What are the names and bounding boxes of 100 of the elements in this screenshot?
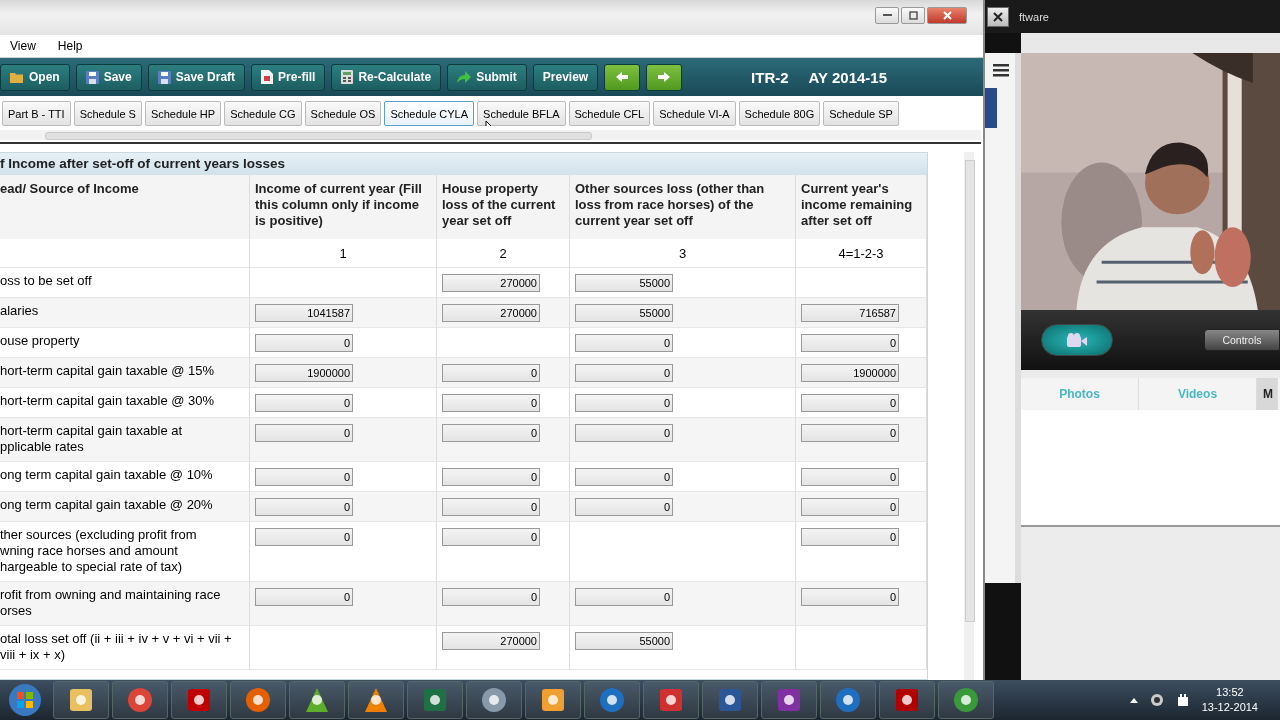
taskbar-button[interactable] (112, 681, 168, 719)
controls-button[interactable]: Controls (1204, 329, 1280, 351)
amount-field[interactable]: 0 (442, 528, 540, 546)
taskbar-button[interactable] (938, 681, 994, 719)
amount-field[interactable]: 0 (255, 394, 353, 412)
taskbar-button[interactable] (643, 681, 699, 719)
taskbar-button[interactable] (53, 681, 109, 719)
clock-date[interactable]: 13-12-2014 (1201, 700, 1258, 715)
amount-field[interactable]: 0 (575, 498, 673, 516)
amount-field[interactable]: 0 (255, 334, 353, 352)
schedule-tab[interactable]: Schedule CG (224, 101, 302, 126)
taskbar-button[interactable] (171, 681, 227, 719)
power-icon[interactable] (1175, 693, 1190, 707)
amount-field[interactable]: 0 (255, 588, 353, 606)
amount-field[interactable]: 55000 (575, 304, 673, 322)
right-arrow-icon (657, 71, 672, 83)
menu-item[interactable]: View (10, 39, 36, 53)
menu-icon[interactable] (993, 63, 1009, 77)
schedule-tab[interactable]: Schedule S (73, 101, 142, 126)
amount-field[interactable]: 0 (575, 394, 673, 412)
amount-field[interactable]: 0 (442, 424, 540, 442)
amount-field[interactable]: 0 (255, 468, 353, 486)
amount-field[interactable]: 1900000 (801, 364, 899, 382)
taskbar-button[interactable] (761, 681, 817, 719)
horizontal-scrollbar[interactable] (0, 130, 981, 140)
toolbar-button[interactable]: Preview (532, 63, 599, 91)
amount-field[interactable]: 0 (442, 588, 540, 606)
schedule-tab[interactable]: Schedule CFL (568, 101, 651, 126)
amount-field[interactable]: 0 (255, 528, 353, 546)
amount-field[interactable]: 0 (801, 424, 899, 442)
amount-field[interactable]: 0 (442, 364, 540, 382)
toolbar-button[interactable]: Save (75, 63, 142, 91)
amount-field[interactable]: 0 (801, 468, 899, 486)
menu-item[interactable]: Help (57, 39, 83, 53)
amount-field[interactable]: 270000 (442, 632, 540, 650)
column-number: 1 (250, 239, 437, 268)
toolbar-button[interactable]: Submit (447, 63, 527, 91)
column-number: 3 (570, 239, 796, 268)
forward-button[interactable] (646, 63, 683, 91)
amount-field[interactable]: 0 (575, 424, 673, 442)
schedule-tab[interactable]: Part B - TTI (2, 101, 71, 126)
maximize-button[interactable] (901, 7, 925, 24)
schedule-tab[interactable]: Schedule HP (144, 101, 222, 126)
taskbar-button[interactable] (525, 681, 581, 719)
amount-field[interactable]: 0 (442, 468, 540, 486)
record-button[interactable] (1041, 324, 1113, 356)
tray-app-icon[interactable] (1149, 693, 1164, 707)
schedule-tab[interactable]: Schedule SP (823, 101, 899, 126)
section-header: f Income after set-off of current years losses (0, 153, 927, 175)
taskbar-button[interactable] (702, 681, 758, 719)
taskbar-button[interactable] (289, 681, 345, 719)
minimize-button[interactable] (875, 7, 899, 24)
row-label: hort-term capital gain taxable @ 15% (0, 358, 250, 388)
schedule-tab[interactable]: Schedule OS (304, 101, 382, 126)
taskbar-button[interactable] (466, 681, 522, 719)
amount-field[interactable]: 0 (801, 334, 899, 352)
taskbar-button[interactable] (407, 681, 463, 719)
amount-field[interactable]: 0 (442, 498, 540, 516)
amount-field[interactable]: 0 (801, 394, 899, 412)
close-button[interactable] (987, 6, 1009, 27)
taskbar-button[interactable] (348, 681, 404, 719)
taskbar-button[interactable] (584, 681, 640, 719)
toolbar-button[interactable]: Open (0, 63, 70, 91)
amount-field[interactable]: 0 (575, 334, 673, 352)
amount-field[interactable]: 1041587 (255, 304, 353, 322)
toolbar-button[interactable]: Pre-fill (251, 63, 326, 91)
show-hidden-icons-icon[interactable] (1129, 697, 1138, 703)
taskbar-button[interactable] (879, 681, 935, 719)
arrow-icon (457, 71, 472, 83)
form-title: ITR-2 (751, 68, 789, 86)
video-camera-icon (1066, 332, 1088, 348)
amount-field[interactable]: 270000 (442, 274, 540, 292)
clock-time[interactable]: 13:52 (1216, 685, 1244, 700)
schedule-tab[interactable]: Schedule BFLA (477, 101, 566, 126)
schedule-tab[interactable]: Schedule VI-A (653, 101, 736, 126)
amount-field[interactable]: 1900000 (255, 364, 353, 382)
amount-field[interactable]: 0 (575, 364, 673, 382)
amount-field[interactable]: 716587 (801, 304, 899, 322)
vertical-scrollbar[interactable] (964, 152, 974, 680)
amount-field[interactable]: 0 (575, 588, 673, 606)
toolbar-button[interactable]: Save Draft (147, 63, 246, 91)
amount-field[interactable]: 0 (801, 498, 899, 516)
amount-field[interactable]: 0 (801, 528, 899, 546)
amount-field[interactable]: 55000 (575, 632, 673, 650)
amount-field[interactable]: 0 (255, 498, 353, 516)
maximize-icon (908, 11, 918, 20)
start-icon[interactable] (8, 683, 42, 717)
amount-field[interactable]: 0 (575, 468, 673, 486)
media-tab[interactable]: M (1257, 378, 1278, 410)
amount-field[interactable]: 55000 (575, 274, 673, 292)
taskbar-button[interactable] (230, 681, 286, 719)
back-button[interactable] (604, 63, 641, 91)
schedule-tab[interactable]: Schedule CYLA (384, 101, 475, 126)
amount-field[interactable]: 0 (801, 588, 899, 606)
taskbar-button[interactable] (820, 681, 876, 719)
amount-field[interactable]: 0 (255, 424, 353, 442)
amount-field[interactable]: 270000 (442, 304, 540, 322)
toolbar-button[interactable]: Re-Calculate (331, 63, 442, 91)
schedule-tab[interactable]: Schedule 80G (738, 101, 821, 126)
amount-field[interactable]: 0 (442, 394, 540, 412)
